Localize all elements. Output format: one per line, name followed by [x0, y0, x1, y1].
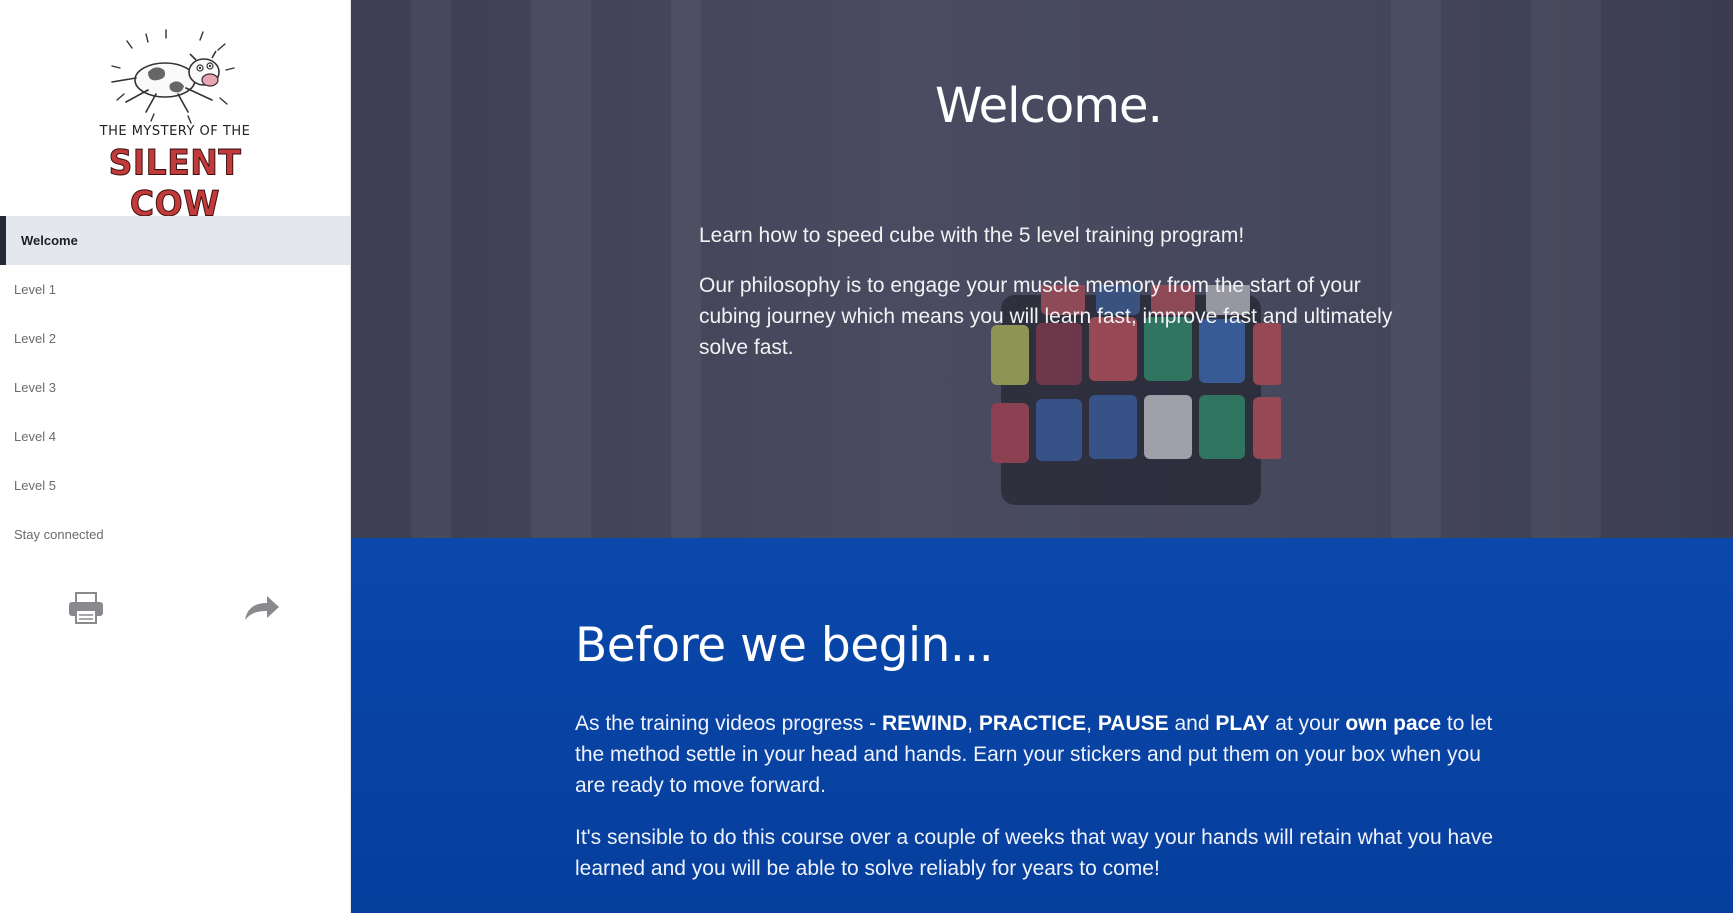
background-stripe: [411, 0, 451, 538]
text-run: at your: [1269, 712, 1346, 735]
sidebar: THE MYSTERY OF THE SILENT COW Welcome Le…: [0, 0, 351, 913]
keyword-own-pace: own pace: [1345, 712, 1442, 735]
before-we-begin-section: Before we begin... As the training video…: [351, 538, 1733, 913]
sidebar-item-level-4[interactable]: Level 4: [0, 412, 350, 461]
section-title: Before we begin...: [575, 618, 994, 673]
text-run: As the training videos progress -: [575, 712, 882, 735]
silent-cow-logo[interactable]: THE MYSTERY OF THE SILENT COW: [70, 28, 280, 224]
hero-paragraph-1: Learn how to speed cube with the 5 level…: [699, 224, 1245, 247]
logo-subtitle: THE MYSTERY OF THE: [99, 124, 251, 139]
hero-paragraph-2: Our philosophy is to engage your muscle …: [699, 274, 1393, 359]
logo-title: SILENT COW: [108, 142, 242, 225]
keyword-rewind: REWIND: [881, 712, 968, 735]
background-stripe: [531, 0, 591, 538]
keyword-practice: PRACTICE: [978, 712, 1087, 735]
share-arrow-icon: [245, 596, 279, 620]
sidebar-item-level-3[interactable]: Level 3: [0, 363, 350, 412]
printer-icon: [69, 592, 103, 624]
cow-illustration-icon: [111, 29, 235, 124]
background-stripe: [671, 0, 701, 538]
welcome-hero: Welcome. Learn how to speed cube with th…: [351, 0, 1733, 538]
keyword-pause: PAUSE: [1097, 712, 1169, 735]
sidebar-item-level-5[interactable]: Level 5: [0, 461, 350, 510]
sidebar-item-welcome[interactable]: Welcome: [0, 216, 350, 265]
background-stripe: [1391, 0, 1441, 538]
hero-title: Welcome.: [935, 78, 1163, 134]
intro-paragraph-2: It's sensible to do this course over a c…: [575, 826, 1494, 880]
sidebar-item-stay-connected[interactable]: Stay connected: [0, 510, 350, 559]
text-run: and: [1168, 712, 1216, 735]
share-button[interactable]: [240, 588, 284, 628]
print-button[interactable]: [64, 588, 108, 628]
sidebar-nav: Welcome Level 1 Level 2 Level 3 Level 4 …: [0, 216, 350, 559]
sidebar-tools: [0, 588, 350, 628]
sidebar-item-level-1[interactable]: Level 1: [0, 265, 350, 314]
intro-paragraph-1: As the training videos progress - REWIND…: [575, 708, 1505, 801]
sidebar-item-level-2[interactable]: Level 2: [0, 314, 350, 363]
background-stripe: [1531, 0, 1601, 538]
text-run: ,: [967, 712, 979, 735]
keyword-play: PLAY: [1215, 712, 1270, 735]
text-run: ,: [1086, 712, 1098, 735]
